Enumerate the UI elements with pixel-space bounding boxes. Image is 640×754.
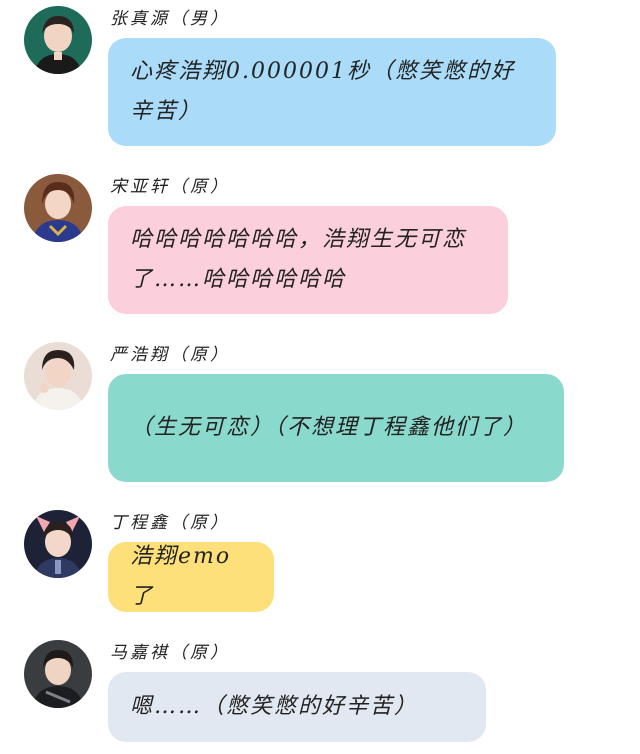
message-bubble: 嗯……（憋笑憋的好辛苦） [108, 672, 486, 742]
avatar[interactable] [24, 342, 92, 410]
avatar-image [24, 640, 92, 708]
sender-name: 宋亚轩（原） [110, 177, 230, 197]
avatar[interactable] [24, 6, 92, 74]
sender-name: 严浩翔（原） [110, 345, 230, 365]
sender-name: 丁程鑫（原） [110, 513, 230, 533]
message-text: 哈哈哈哈哈哈哈，浩翔生无可恋了……哈哈哈哈哈哈 [130, 227, 467, 292]
message-text: 嗯……（憋笑憋的好辛苦） [130, 694, 419, 719]
avatar[interactable] [24, 174, 92, 242]
message-text: 心疼浩翔0.000001秒（憋笑憋的好辛苦） [130, 59, 515, 124]
message-bubble: 心疼浩翔0.000001秒（憋笑憋的好辛苦） [108, 38, 556, 146]
message-bubble: 浩翔emo了 [108, 542, 274, 612]
avatar[interactable] [24, 510, 92, 578]
message-bubble: 哈哈哈哈哈哈哈，浩翔生无可恋了……哈哈哈哈哈哈 [108, 206, 508, 314]
message-text: 浩翔emo了 [130, 544, 232, 609]
avatar-image [24, 6, 92, 74]
sender-name: 张真源（男） [110, 9, 230, 29]
avatar[interactable] [24, 640, 92, 708]
message-bubble: （生无可恋）（不想理丁程鑫他们了） [108, 374, 564, 482]
avatar-image [24, 510, 92, 578]
message-text: （生无可恋）（不想理丁程鑫他们了） [130, 415, 528, 440]
sender-name: 马嘉祺（原） [110, 643, 230, 663]
avatar-image [24, 342, 92, 410]
avatar-image [24, 174, 92, 242]
